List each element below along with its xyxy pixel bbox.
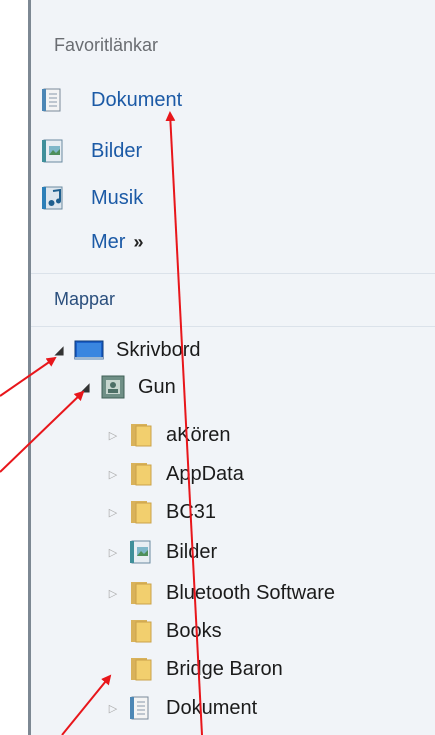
user-folder-icon: [101, 375, 125, 399]
collapsed-arrow-icon[interactable]: ▷: [106, 506, 120, 519]
tree-item-label: AppData: [166, 462, 244, 485]
expanded-arrow-icon[interactable]: ◢: [52, 343, 66, 357]
folder-icon: [131, 658, 152, 681]
tree-item-label: Dokument: [166, 696, 258, 719]
tree-item-dokument[interactable]: ▷ Dokument: [106, 690, 257, 726]
collapsed-arrow-icon[interactable]: ▷: [106, 546, 120, 559]
favorite-item-dokument[interactable]: Dokument: [40, 82, 182, 118]
more-favorites-link[interactable]: Mer »: [91, 231, 143, 254]
document-library-icon: [130, 696, 149, 720]
folder-icon: [131, 582, 152, 605]
tree-item-bilder[interactable]: ▷ Bilder: [106, 534, 217, 570]
music-library-icon: [42, 186, 63, 210]
double-chevron-right-icon: »: [133, 232, 144, 252]
favorites-header: Favoritlänkar: [54, 35, 159, 55]
collapsed-arrow-icon[interactable]: ▷: [106, 587, 120, 600]
tree-item-bluetooth-software[interactable]: ▷ Bluetooth Software: [106, 575, 335, 611]
pictures-library-icon: [130, 540, 151, 564]
more-label: Mer: [91, 231, 126, 253]
folders-header: Mappar: [54, 289, 116, 309]
favorite-item-label: Musik: [91, 186, 144, 209]
tree-item-label: BC31: [166, 500, 217, 523]
tree-item-books[interactable]: Books: [106, 613, 222, 649]
pictures-library-icon: [42, 139, 63, 163]
tree-item-akoren[interactable]: ▷ aKören: [106, 417, 231, 453]
tree-item-label: Gun: [138, 375, 176, 398]
tree-item-label: aKören: [166, 423, 231, 446]
tree-item-bc31[interactable]: ▷ BC31: [106, 494, 216, 530]
document-library-icon: [42, 88, 61, 112]
tree-item-bridge-baron[interactable]: Bridge Baron: [106, 651, 283, 687]
tree-item-label: Bridge Baron: [166, 657, 283, 680]
tree-item-label: Skrivbord: [116, 338, 201, 361]
favorite-item-label: Bilder: [91, 139, 143, 162]
tree-item-appdata[interactable]: ▷ AppData: [106, 456, 244, 492]
expanded-arrow-icon[interactable]: ◢: [78, 380, 92, 394]
tree-item-label: Books: [166, 619, 222, 642]
folder-icon: [131, 424, 152, 447]
folder-icon: [131, 463, 152, 486]
tree-item-label: Bilder: [166, 540, 218, 563]
section-divider: [31, 273, 435, 274]
favorite-item-bilder[interactable]: Bilder: [40, 133, 142, 169]
tree-item-label: Bluetooth Software: [166, 581, 335, 604]
tree-item-skrivbord[interactable]: ◢ Skrivbord: [52, 332, 200, 368]
desktop-icon: [74, 340, 104, 360]
section-divider: [31, 326, 435, 327]
favorite-item-label: Dokument: [91, 88, 183, 111]
folder-icon: [131, 620, 152, 643]
tree-item-gun[interactable]: ◢ Gun: [78, 369, 176, 405]
favorite-item-musik[interactable]: Musik: [40, 180, 143, 216]
collapsed-arrow-icon[interactable]: ▷: [106, 429, 120, 442]
collapsed-arrow-icon[interactable]: ▷: [106, 468, 120, 481]
folder-icon: [131, 501, 152, 524]
collapsed-arrow-icon[interactable]: ▷: [106, 702, 120, 715]
